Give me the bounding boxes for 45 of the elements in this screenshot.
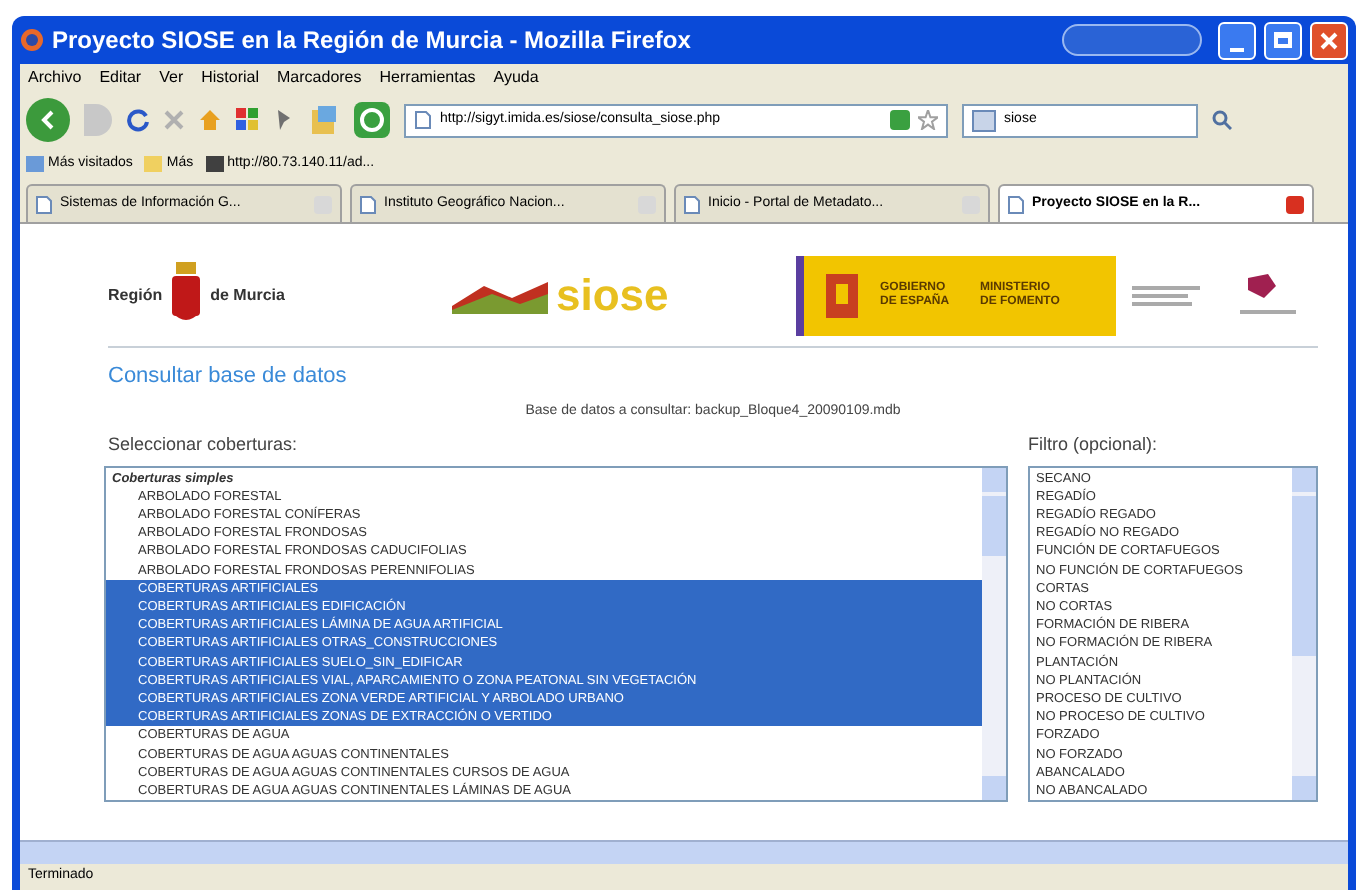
scrollbar[interactable] (1292, 467, 1316, 799)
coverages-label: Seleccionar coberturas: (108, 432, 300, 458)
siose-logo-text: siose (556, 273, 669, 317)
menu-item[interactable]: Archivo (28, 66, 82, 90)
back-button[interactable] (26, 98, 70, 142)
menu-item[interactable]: Editar (99, 66, 142, 90)
page-icon (36, 195, 52, 213)
home-icon[interactable] (198, 108, 222, 132)
page-icon (1008, 195, 1024, 213)
stop-icon[interactable] (164, 110, 184, 130)
menu-item[interactable]: Herramientas (379, 66, 476, 90)
star-icon[interactable] (918, 110, 938, 130)
tray-widget (1062, 24, 1202, 56)
close-tab-icon[interactable] (1286, 195, 1304, 213)
page-icon (414, 110, 432, 130)
page-icon (684, 195, 700, 213)
bookmark-icon (205, 156, 224, 172)
reload-icon[interactable] (126, 108, 150, 132)
filter-label: Filtro (opcional): (1028, 432, 1160, 458)
grid-icon[interactable] (236, 108, 260, 132)
menu-item[interactable]: Ayuda (493, 66, 539, 90)
menu-item[interactable]: Marcadores (277, 66, 362, 90)
close-button[interactable] (1310, 21, 1348, 59)
filter-listbox[interactable] (1028, 465, 1318, 801)
institution-logo-icon (1132, 281, 1200, 309)
close-icon (1320, 31, 1338, 49)
search-icon[interactable] (1212, 110, 1232, 130)
bookmark-icon (26, 156, 44, 172)
window-title: Proyecto SIOSE en la Región de Murcia - Mozilla Firefox (52, 24, 691, 58)
browser-icon (20, 28, 44, 52)
menu-item[interactable]: Historial (201, 66, 260, 90)
coverages-listbox[interactable] (104, 465, 1008, 801)
scrollbar[interactable] (982, 467, 1006, 799)
scrollbar[interactable] (20, 840, 1348, 864)
clipboard-icon[interactable] (308, 104, 340, 136)
menu-item[interactable]: Ver (159, 66, 184, 90)
logo-text: Región (108, 283, 163, 307)
logo-text: de Murcia (210, 283, 285, 307)
maximize-button[interactable] (1264, 21, 1302, 59)
sync-icon[interactable] (354, 102, 390, 138)
folder-icon (144, 156, 163, 172)
page-heading: Consultar base de datos (108, 362, 349, 392)
page-icon (360, 195, 376, 213)
minimize-button[interactable] (1218, 21, 1256, 59)
siose-logo-icon (452, 277, 548, 313)
